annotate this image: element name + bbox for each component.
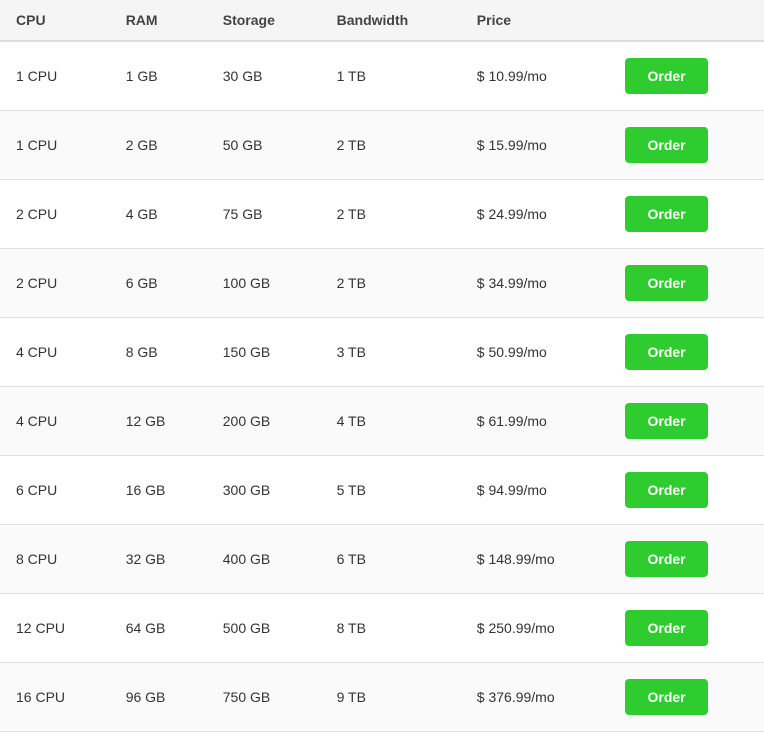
cell-bandwidth: 6 TB (321, 525, 461, 594)
cell-cpu: 12 CPU (0, 594, 110, 663)
cell-ram: 1 GB (110, 41, 207, 111)
cell-storage: 50 GB (207, 111, 321, 180)
order-button[interactable]: Order (625, 472, 707, 508)
cell-cpu: 4 CPU (0, 318, 110, 387)
cell-ram: 12 GB (110, 387, 207, 456)
cell-price: $ 15.99/mo (461, 111, 610, 180)
cell-price: $ 34.99/mo (461, 249, 610, 318)
order-button[interactable]: Order (625, 541, 707, 577)
cell-price: $ 148.99/mo (461, 525, 610, 594)
order-button-cell: Order (609, 180, 764, 249)
cell-bandwidth: 3 TB (321, 318, 461, 387)
order-button-cell: Order (609, 249, 764, 318)
header-action (609, 0, 764, 41)
cell-ram: 8 GB (110, 318, 207, 387)
cell-ram: 6 GB (110, 249, 207, 318)
order-button-cell: Order (609, 663, 764, 732)
table-header-row: CPU RAM Storage Bandwidth Price (0, 0, 764, 41)
cell-price: $ 24.99/mo (461, 180, 610, 249)
cell-ram: 4 GB (110, 180, 207, 249)
order-button-cell: Order (609, 456, 764, 525)
cell-price: $ 61.99/mo (461, 387, 610, 456)
header-ram: RAM (110, 0, 207, 41)
table-row: 6 CPU16 GB300 GB5 TB$ 94.99/mo Order (0, 456, 764, 525)
order-button[interactable]: Order (625, 58, 707, 94)
cell-storage: 150 GB (207, 318, 321, 387)
cell-storage: 750 GB (207, 663, 321, 732)
cell-bandwidth: 2 TB (321, 111, 461, 180)
cell-bandwidth: 8 TB (321, 594, 461, 663)
table-row: 8 CPU32 GB400 GB6 TB$ 148.99/mo Order (0, 525, 764, 594)
pricing-table: CPU RAM Storage Bandwidth Price 1 CPU1 G… (0, 0, 764, 732)
cell-price: $ 50.99/mo (461, 318, 610, 387)
cell-cpu: 4 CPU (0, 387, 110, 456)
cell-price: $ 94.99/mo (461, 456, 610, 525)
table-row: 12 CPU64 GB500 GB8 TB$ 250.99/mo Order (0, 594, 764, 663)
order-button-cell: Order (609, 41, 764, 111)
cell-price: $ 250.99/mo (461, 594, 610, 663)
table-row: 1 CPU1 GB30 GB1 TB$ 10.99/mo Order (0, 41, 764, 111)
cell-storage: 75 GB (207, 180, 321, 249)
cell-bandwidth: 2 TB (321, 249, 461, 318)
cell-storage: 300 GB (207, 456, 321, 525)
order-button[interactable]: Order (625, 403, 707, 439)
cell-cpu: 6 CPU (0, 456, 110, 525)
cell-ram: 16 GB (110, 456, 207, 525)
order-button-cell: Order (609, 387, 764, 456)
order-button[interactable]: Order (625, 265, 707, 301)
cell-price: $ 376.99/mo (461, 663, 610, 732)
cell-ram: 96 GB (110, 663, 207, 732)
table-row: 2 CPU4 GB75 GB2 TB$ 24.99/mo Order (0, 180, 764, 249)
cell-storage: 100 GB (207, 249, 321, 318)
cell-price: $ 10.99/mo (461, 41, 610, 111)
table-row: 1 CPU2 GB50 GB2 TB$ 15.99/mo Order (0, 111, 764, 180)
cell-ram: 2 GB (110, 111, 207, 180)
table-row: 4 CPU12 GB200 GB4 TB$ 61.99/mo Order (0, 387, 764, 456)
header-cpu: CPU (0, 0, 110, 41)
cell-bandwidth: 4 TB (321, 387, 461, 456)
order-button[interactable]: Order (625, 127, 707, 163)
cell-ram: 32 GB (110, 525, 207, 594)
order-button[interactable]: Order (625, 610, 707, 646)
order-button[interactable]: Order (625, 196, 707, 232)
order-button[interactable]: Order (625, 679, 707, 715)
header-storage: Storage (207, 0, 321, 41)
order-button[interactable]: Order (625, 334, 707, 370)
table-row: 16 CPU96 GB750 GB9 TB$ 376.99/mo Order (0, 663, 764, 732)
order-button-cell: Order (609, 318, 764, 387)
cell-storage: 30 GB (207, 41, 321, 111)
cell-bandwidth: 5 TB (321, 456, 461, 525)
order-button-cell: Order (609, 111, 764, 180)
header-bandwidth: Bandwidth (321, 0, 461, 41)
cell-ram: 64 GB (110, 594, 207, 663)
table-row: 4 CPU8 GB150 GB3 TB$ 50.99/mo Order (0, 318, 764, 387)
cell-cpu: 16 CPU (0, 663, 110, 732)
cell-bandwidth: 1 TB (321, 41, 461, 111)
cell-cpu: 2 CPU (0, 180, 110, 249)
order-button-cell: Order (609, 525, 764, 594)
cell-storage: 400 GB (207, 525, 321, 594)
table-row: 2 CPU6 GB100 GB2 TB$ 34.99/mo Order (0, 249, 764, 318)
cell-bandwidth: 9 TB (321, 663, 461, 732)
cell-cpu: 1 CPU (0, 111, 110, 180)
header-price: Price (461, 0, 610, 41)
cell-bandwidth: 2 TB (321, 180, 461, 249)
order-button-cell: Order (609, 594, 764, 663)
cell-cpu: 1 CPU (0, 41, 110, 111)
cell-cpu: 2 CPU (0, 249, 110, 318)
cell-storage: 200 GB (207, 387, 321, 456)
cell-cpu: 8 CPU (0, 525, 110, 594)
cell-storage: 500 GB (207, 594, 321, 663)
